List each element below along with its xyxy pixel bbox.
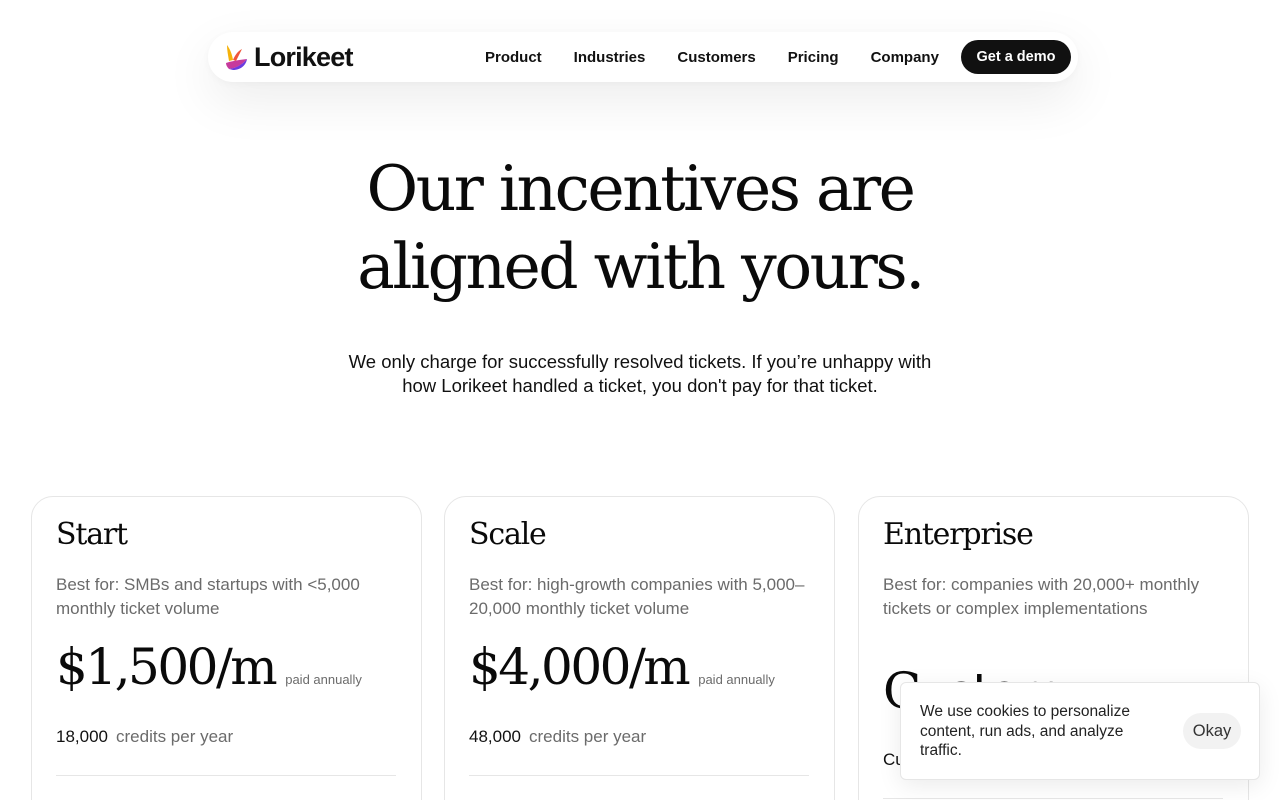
plan-price: $4,000/m [469,638,691,696]
plan-description: Best for: SMBs and startups with <5,000 … [56,575,360,618]
cookie-banner: We use cookies to personalize content, r… [900,682,1260,780]
cookie-okay-button[interactable]: Okay [1183,713,1241,749]
card-divider [56,775,396,776]
nav-product[interactable]: Product [485,49,542,66]
plan-description: Best for: companies with 20,000+ monthly… [883,575,1200,618]
nav-industries[interactable]: Industries [574,49,646,66]
nav-links: Product Industries Customers Pricing Com… [485,32,939,82]
get-a-demo-button[interactable]: Get a demo [961,40,1071,74]
plan-description: Best for: high-growth companies with 5,0… [469,575,805,618]
hero-subtitle: We only charge for successfully resolved… [348,351,932,396]
lorikeet-logo[interactable]: Lorikeet [224,43,353,71]
nav-customers[interactable]: Customers [677,49,755,66]
cookie-message: We use cookies to personalize content, r… [920,703,1130,759]
plan-price-note: paid annually [698,672,775,687]
hero-title-line-2: aligned with yours. [357,230,925,303]
plan-price-row: $1,500/m paid annually [56,637,362,697]
credits-amount: 48,000 [469,727,521,746]
top-navigation: Lorikeet Product Industries Customers Pr… [208,32,1078,82]
plan-credits: 48,000 credits per year [469,727,646,747]
card-divider [883,798,1223,799]
plan-price-note: paid annually [285,672,362,687]
nav-company[interactable]: Company [871,49,939,66]
hero-title: Our incentives are aligned with yours. [0,150,1280,306]
plan-card-scale: Scale Best for: high-growth companies wi… [444,496,835,800]
credits-label: credits per year [116,727,234,746]
plan-name: Enterprise [883,517,1034,552]
card-divider [469,775,809,776]
nav-pricing[interactable]: Pricing [788,49,839,66]
plan-price-row: $4,000/m paid annually [469,637,775,697]
credits-label: credits per year [529,727,647,746]
plan-name: Scale [469,517,547,552]
plan-price: $1,500/m [56,638,278,696]
plan-credits: 18,000 credits per year [56,727,233,747]
plan-card-start: Start Best for: SMBs and startups with <… [31,496,422,800]
brand-name: Lorikeet [254,42,353,72]
plan-name: Start [56,517,128,552]
hero-title-line-1: Our incentives are [366,152,916,225]
credits-amount: 18,000 [56,727,108,746]
lorikeet-bird-icon [226,45,247,70]
